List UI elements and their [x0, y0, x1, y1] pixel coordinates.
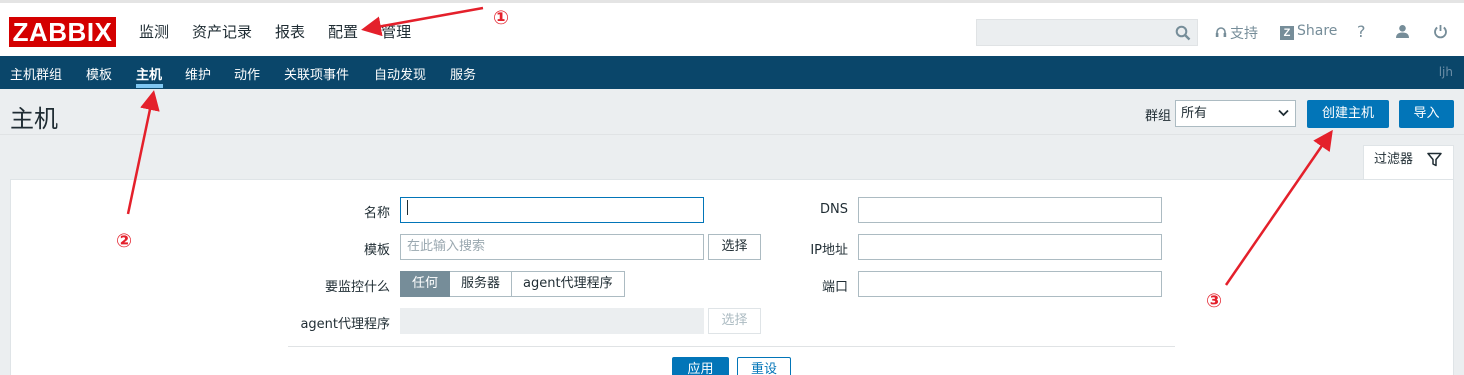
annotation-marker-3: ③: [1206, 290, 1223, 312]
monitored-by-server[interactable]: 服务器: [450, 271, 513, 297]
main-nav-inventory[interactable]: 资产记录: [192, 21, 252, 42]
main-nav-configuration[interactable]: 配置: [328, 21, 358, 42]
proxy-label: agent代理程序: [300, 317, 390, 332]
group-filter-label: 群组: [1145, 109, 1172, 124]
main-nav-monitoring[interactable]: 监测: [139, 21, 169, 42]
sub-nav-host-groups[interactable]: 主机群组: [10, 64, 62, 83]
chevron-down-icon: [1278, 109, 1289, 117]
proxy-input: [400, 308, 704, 334]
main-nav-reports[interactable]: 报表: [275, 21, 305, 42]
sub-nav-templates[interactable]: 模板: [86, 64, 112, 83]
ip-label: IP地址: [810, 243, 848, 258]
template-placeholder: 在此输入搜索: [407, 239, 486, 254]
zabbix-share-icon: Z: [1280, 26, 1294, 40]
monitored-by-label: 要监控什么: [324, 280, 390, 295]
create-host-button[interactable]: 创建主机: [1307, 100, 1389, 128]
dns-input[interactable]: [858, 197, 1162, 223]
sub-nav-discovery[interactable]: 自动发现: [374, 64, 426, 83]
share-link[interactable]: Z Share: [1280, 23, 1337, 40]
sub-nav-maintenance[interactable]: 维护: [185, 64, 211, 83]
name-input[interactable]: [400, 197, 704, 223]
header-divider: [0, 134, 1464, 135]
annotation-marker-1: ①: [493, 7, 510, 29]
group-select[interactable]: 所有: [1175, 100, 1296, 127]
active-tab-indicator: [136, 84, 163, 88]
port-label: 端口: [821, 280, 848, 295]
ip-input[interactable]: [858, 234, 1162, 260]
template-search-input[interactable]: 在此输入搜索: [400, 234, 704, 260]
user-name: ljh: [1438, 65, 1453, 79]
dns-label: DNS: [820, 202, 848, 217]
sub-nav-event-correlation[interactable]: 关联项事件: [284, 64, 349, 83]
group-select-value: 所有: [1181, 106, 1208, 121]
reset-button[interactable]: 重设: [737, 357, 791, 375]
page-title: 主机: [10, 105, 58, 133]
headset-icon: [1215, 27, 1227, 37]
port-input[interactable]: [858, 271, 1162, 297]
filter-separator: [288, 346, 1175, 347]
monitored-by-proxy[interactable]: agent代理程序: [512, 271, 625, 297]
search-icon[interactable]: [1175, 25, 1191, 41]
top-header: ZABBIX 监测 资产记录 报表 配置 管理 支持 Z Share ?: [0, 0, 1464, 56]
zabbix-logo[interactable]: ZABBIX: [9, 17, 116, 47]
template-label: 模板: [363, 243, 390, 258]
support-link[interactable]: 支持: [1215, 23, 1258, 43]
monitored-by-segmented: 任何 服务器 agent代理程序: [400, 271, 625, 297]
main-nav: 监测 资产记录 报表 配置 管理: [139, 21, 434, 42]
sub-nav-hosts[interactable]: 主机: [136, 64, 162, 83]
sub-nav-bar: 主机群组 模板 主机 维护 动作 关联项事件 自动发现 服务 ljh: [0, 56, 1464, 89]
monitored-by-any[interactable]: 任何: [400, 271, 451, 297]
name-label: 名称: [363, 206, 390, 221]
share-label: Share: [1297, 23, 1338, 39]
global-search-input[interactable]: [976, 19, 1198, 46]
apply-button[interactable]: 应用: [672, 357, 729, 375]
help-button[interactable]: ?: [1357, 22, 1366, 41]
import-button[interactable]: 导入: [1399, 100, 1454, 128]
logout-power-icon[interactable]: [1433, 24, 1448, 39]
filter-funnel-icon: [1427, 152, 1442, 167]
main-nav-administration[interactable]: 管理: [381, 21, 411, 42]
user-profile-icon[interactable]: [1395, 24, 1410, 39]
filter-tab-label: 过滤器: [1374, 152, 1414, 167]
sub-nav-services[interactable]: 服务: [450, 64, 476, 83]
sub-nav-actions[interactable]: 动作: [234, 64, 260, 83]
proxy-select-button: 选择: [708, 308, 761, 334]
template-select-button[interactable]: 选择: [708, 234, 761, 260]
text-cursor: [407, 200, 408, 215]
support-label: 支持: [1230, 26, 1258, 42]
annotation-marker-2: ②: [116, 230, 133, 252]
filter-tab[interactable]: 过滤器: [1363, 145, 1454, 180]
